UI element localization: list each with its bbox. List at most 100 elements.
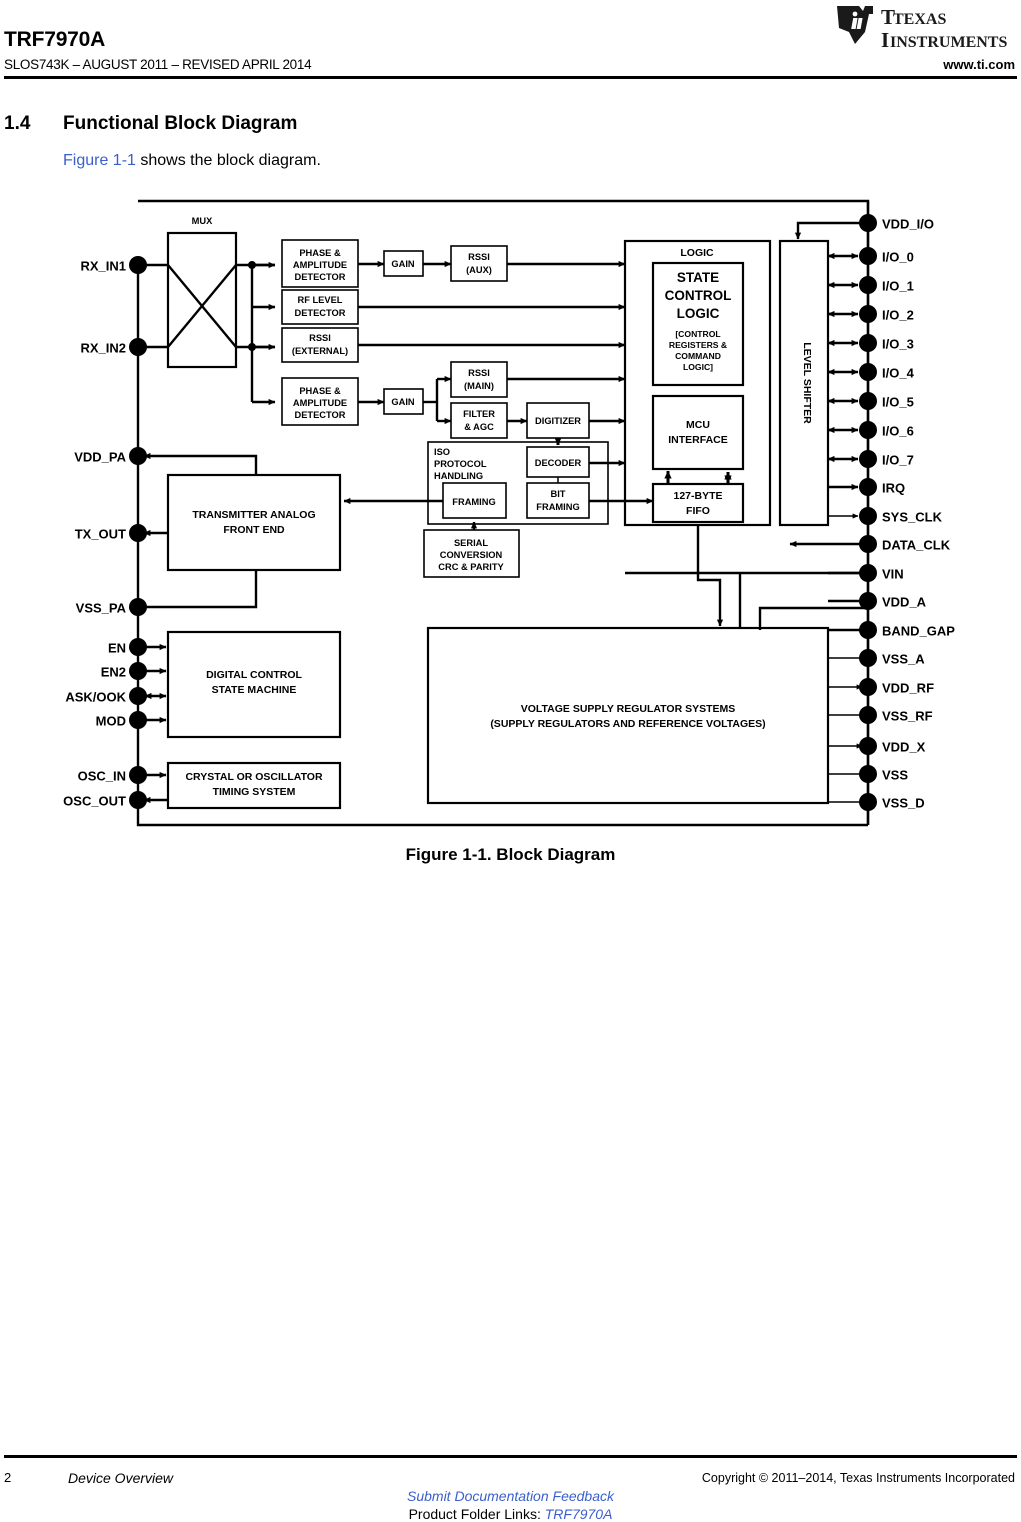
pin-label: OSC_IN <box>78 769 126 784</box>
block-mux[interactable]: MUX <box>166 216 238 369</box>
block-rssi-external[interactable]: RSSI (EXTERNAL) <box>281 327 359 363</box>
submit-feedback-link[interactable]: Submit Documentation Feedback <box>0 1488 1021 1504</box>
right-pin-vdd-x[interactable]: VDD_X <box>859 737 926 755</box>
block-rssi-main[interactable]: RSSI (MAIN) <box>450 361 508 398</box>
right-pin-vss-rf[interactable]: VSS_RF <box>859 706 933 724</box>
right-pin-i-o-4[interactable]: I/O_4 <box>859 363 915 381</box>
logo-text-instruments: INSTRUMENTS <box>890 34 1007 51</box>
right-pin-i-o-7[interactable]: I/O_7 <box>859 450 914 468</box>
right-pin-vdd-i-o[interactable]: VDD_I/O <box>859 214 934 232</box>
right-pin-vss[interactable]: VSS <box>859 765 908 783</box>
pin-dot <box>859 421 877 439</box>
block-gain-bottom[interactable]: GAIN <box>358 388 424 415</box>
right-pin-vin[interactable]: VIN <box>859 564 904 582</box>
block-level-shifter[interactable]: LEVEL SHIFTER <box>778 239 830 527</box>
pin-label: RX_IN1 <box>80 259 126 274</box>
serial-line1: SERIAL <box>454 538 488 548</box>
left-pin-en2[interactable]: EN2 <box>101 662 147 680</box>
block-phase-amplitude-detector-2[interactable]: PHASE & AMPLITUDE DETECTOR <box>281 377 359 426</box>
block-crystal-oscillator[interactable]: CRYSTAL OR OSCILLATOR TIMING SYSTEM <box>166 761 342 810</box>
document-id: SLOS743K – AUGUST 2011 – REVISED APRIL 2… <box>4 57 312 72</box>
block-digital-control-state-machine[interactable]: DIGITAL CONTROL STATE MACHINE <box>166 630 342 739</box>
block-gain-top[interactable]: GAIN <box>358 250 424 277</box>
pin-dot <box>859 478 877 496</box>
right-pin-i-o-1[interactable]: I/O_1 <box>859 276 914 294</box>
right-pin-i-o-5[interactable]: I/O_5 <box>859 392 914 410</box>
right-pin-vss-d[interactable]: VSS_D <box>859 793 925 811</box>
svg-text:I: I <box>881 28 889 52</box>
pin-dot <box>129 598 147 616</box>
pad2-line3: DETECTOR <box>295 410 346 420</box>
xtal-line2: TIMING SYSTEM <box>213 786 296 798</box>
block-phase-amplitude-detector-1[interactable]: PHASE & AMPLITUDE DETECTOR <box>281 239 359 288</box>
filteragc-line2: & AGC <box>464 422 494 432</box>
rfld-line2: DETECTOR <box>295 308 346 318</box>
block-mcu-interface[interactable]: MCU INTERFACE <box>651 394 745 471</box>
rssiaux-line2: (AUX) <box>466 265 492 275</box>
left-pin-ask-ook[interactable]: ASK/OOK <box>65 687 147 705</box>
block-digitizer[interactable]: DIGITIZER <box>507 402 590 439</box>
left-pin-tx-out[interactable]: TX_OUT <box>75 524 147 542</box>
ti-url[interactable]: www.ti.com <box>943 57 1015 72</box>
left-pin-vdd-pa[interactable]: VDD_PA <box>74 447 147 465</box>
pin-label: I/O_4 <box>882 366 915 381</box>
fifo-line1: 127-BYTE <box>673 490 722 502</box>
pin-label: VDD_X <box>882 740 926 755</box>
section-title: Functional Block Diagram <box>63 113 298 134</box>
pin-label: VSS_PA <box>76 601 127 616</box>
block-rssi-aux[interactable]: RSSI (AUX) <box>423 245 508 282</box>
wires-left-control <box>143 643 168 804</box>
texas-instruments-logo: T TEXAS I INSTRUMENTS <box>837 5 1007 52</box>
block-voltage-supply-regulator[interactable]: VOLTAGE SUPPLY REGULATOR SYSTEMS (SUPPLY… <box>426 626 830 805</box>
pin-dot <box>129 447 147 465</box>
right-pin-band-gap[interactable]: BAND_GAP <box>859 621 955 639</box>
pin-label: I/O_7 <box>882 453 914 468</box>
pin-label: RX_IN2 <box>80 341 126 356</box>
rssiext-line1: RSSI <box>309 333 331 343</box>
block-bit-framing[interactable]: BIT FRAMING <box>526 477 590 519</box>
right-pin-data-clk[interactable]: DATA_CLK <box>859 535 951 553</box>
pin-label: VSS_RF <box>882 709 933 724</box>
right-pin-vdd-a[interactable]: VDD_A <box>859 592 927 610</box>
pin-label: MOD <box>96 714 126 729</box>
block-state-control-logic[interactable]: STATE CONTROL LOGIC [CONTROL REGISTERS &… <box>651 261 745 387</box>
block-diagram-figure: MUX PHASE & AMPLITUDE DETECTOR RF LEVEL <box>0 180 1021 840</box>
left-pin-mod[interactable]: MOD <box>96 711 147 729</box>
pin-label: IRQ <box>882 481 905 496</box>
pin-dot <box>859 450 877 468</box>
right-pin-i-o-0[interactable]: I/O_0 <box>859 247 914 265</box>
right-pin-vss-a[interactable]: VSS_A <box>859 649 925 667</box>
right-pin-i-o-6[interactable]: I/O_6 <box>859 421 914 439</box>
product-folder-target[interactable]: TRF7970A <box>545 1506 613 1522</box>
block-rf-level-detector[interactable]: RF LEVEL DETECTOR <box>281 289 359 325</box>
block-filter-agc[interactable]: FILTER & AGC <box>450 402 508 439</box>
left-pin-osc-out[interactable]: OSC_OUT <box>63 791 147 809</box>
left-pin-osc-in[interactable]: OSC_IN <box>78 766 147 784</box>
right-pin-i-o-3[interactable]: I/O_3 <box>859 334 914 352</box>
tafe-line1: TRANSMITTER ANALOG <box>192 509 315 521</box>
vsr-line1: VOLTAGE SUPPLY REGULATOR SYSTEMS <box>521 703 736 715</box>
figure-link[interactable]: Figure 1-1 <box>63 152 136 169</box>
scl-sub3: COMMAND <box>675 351 721 361</box>
pin-label: VDD_I/O <box>882 217 934 232</box>
left-pin-vss-pa[interactable]: VSS_PA <box>76 598 147 616</box>
pin-dot <box>859 535 877 553</box>
block-serial-conversion[interactable]: SERIAL CONVERSION CRC & PARITY <box>423 521 520 578</box>
scl-line2: CONTROL <box>665 288 732 303</box>
left-pin-en[interactable]: EN <box>108 638 147 656</box>
right-pin-sys-clk[interactable]: SYS_CLK <box>859 507 943 525</box>
right-pin-vdd-rf[interactable]: VDD_RF <box>859 678 934 696</box>
block-framing[interactable]: FRAMING <box>442 482 507 519</box>
block-fifo[interactable]: 127-BYTE FIFO <box>651 482 745 524</box>
right-pin-irq[interactable]: IRQ <box>859 478 905 496</box>
pin-label: SYS_CLK <box>882 510 943 525</box>
right-pin-i-o-2[interactable]: I/O_2 <box>859 305 914 323</box>
left-pin-rx-in2[interactable]: RX_IN2 <box>80 338 147 356</box>
pin-label: ASK/OOK <box>65 690 126 705</box>
fifo-line2: FIFO <box>686 505 710 517</box>
rfld-line1: RF LEVEL <box>298 295 343 305</box>
left-pin-rx-in1[interactable]: RX_IN1 <box>80 256 147 274</box>
block-transmitter-afe[interactable]: TRANSMITTER ANALOG FRONT END <box>166 473 342 572</box>
pin-label: I/O_1 <box>882 279 914 294</box>
framing-label: FRAMING <box>452 497 495 507</box>
